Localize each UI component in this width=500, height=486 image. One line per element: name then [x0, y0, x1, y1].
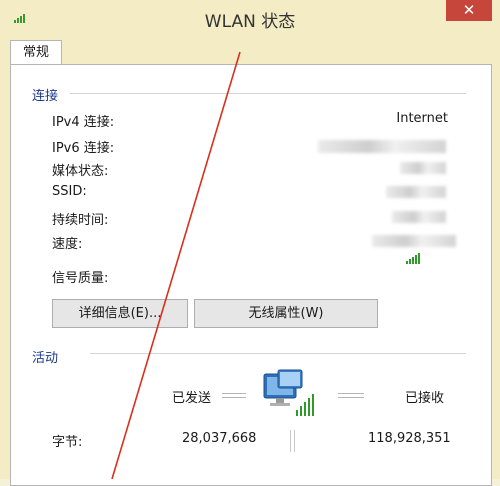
window-title: WLAN 状态 [204, 12, 296, 32]
bytes-sent-value: 28,037,668 [182, 431, 257, 446]
tab-strip: 常规 [10, 40, 490, 66]
ipv6-value-redacted [318, 140, 446, 153]
dialog-window: WLAN 状态 ✕ 常规 连接 IPv4 连接: Internet IPv6 连… [0, 0, 500, 486]
sent-label: 已发送 [172, 391, 212, 406]
sent-dash [222, 393, 246, 398]
duration-label: 持续时间: [52, 213, 109, 228]
connection-divider [70, 93, 466, 94]
close-button[interactable]: ✕ [446, 0, 492, 21]
ipv4-value: Internet [396, 111, 448, 126]
tab-general[interactable]: 常规 [10, 40, 63, 66]
ssid-label: SSID: [52, 184, 87, 199]
received-dash [338, 393, 364, 398]
media-status-value-redacted [400, 162, 446, 174]
close-icon: ✕ [462, 1, 476, 19]
activity-divider [90, 353, 466, 354]
speed-label: 速度: [52, 237, 83, 252]
wireless-properties-button[interactable]: 无线属性(W) [194, 299, 378, 328]
duration-value-redacted [392, 211, 446, 223]
title-bar[interactable]: WLAN 状态 ✕ [0, 0, 500, 36]
network-computers-icon [263, 369, 314, 416]
signal-quality-label: 信号质量: [52, 271, 109, 286]
ssid-value-redacted [386, 186, 446, 198]
media-status-label: 媒体状态: [52, 164, 109, 179]
activity-section-title: 活动 [32, 351, 59, 366]
bytes-label: 字节: [52, 435, 83, 450]
connection-section-title: 连接 [32, 89, 59, 104]
ipv4-label: IPv4 连接: [52, 115, 115, 130]
bytes-received-value: 118,928,351 [368, 431, 451, 446]
speed-value-redacted [372, 235, 456, 247]
ipv6-label: IPv6 连接: [52, 141, 115, 156]
received-label: 已接收 [405, 391, 445, 406]
signal-bars-icon [406, 253, 420, 264]
details-button[interactable]: 详细信息(E)... [52, 299, 188, 328]
bytes-separator [290, 430, 295, 452]
